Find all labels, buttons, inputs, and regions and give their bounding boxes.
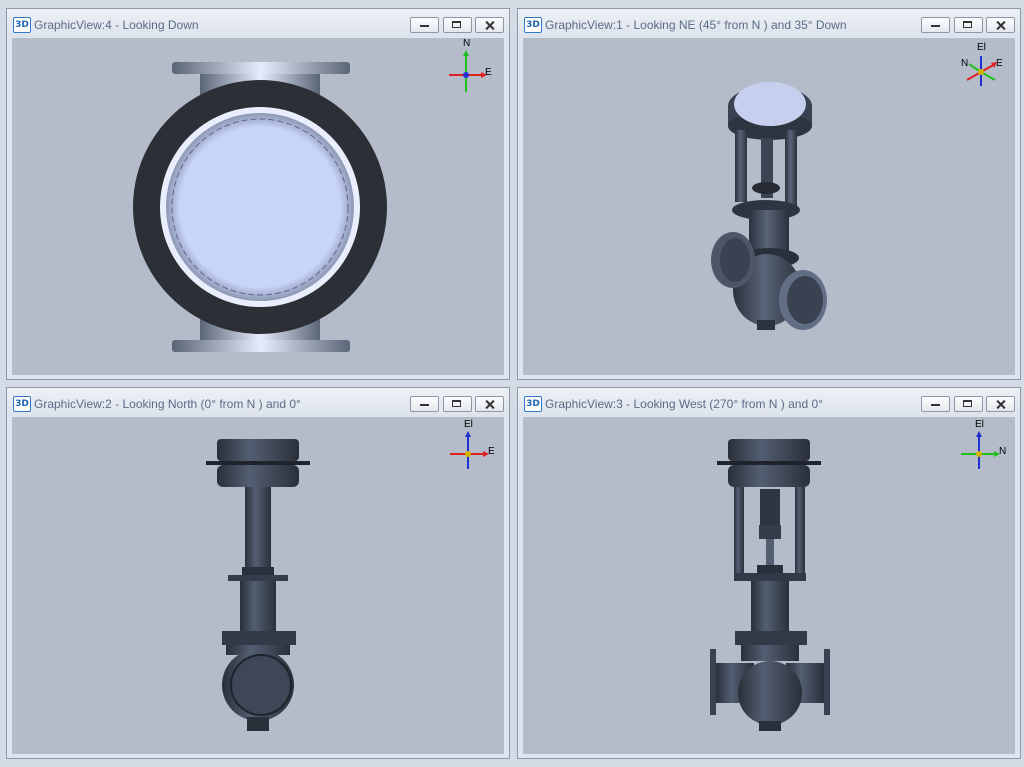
titlebar[interactable]: 3D GraphicView:2 - Looking North (0° fro…	[7, 388, 509, 416]
valve-top-view	[133, 62, 387, 352]
graphic-view-4-window[interactable]: 3D GraphicView:4 - Looking Down N E	[6, 8, 510, 380]
close-button[interactable]	[475, 396, 504, 412]
3d-view-icon: 3D	[13, 396, 31, 412]
orientation-triad: El N E	[959, 42, 1009, 92]
axis-label-right: N	[999, 446, 1007, 457]
minimize-button[interactable]	[921, 396, 950, 412]
axis-label-up: N	[463, 38, 471, 49]
maximize-button[interactable]	[954, 396, 983, 412]
axis-label-up: El	[977, 42, 986, 53]
maximize-button[interactable]	[443, 396, 472, 412]
graphic-view-2-window[interactable]: 3D GraphicView:2 - Looking North (0° fro…	[6, 387, 510, 759]
axis-label-right: E	[996, 58, 1003, 69]
titlebar[interactable]: 3D GraphicView:3 - Looking West (270° fr…	[518, 388, 1020, 416]
window-title: GraphicView:3 - Looking West (270° from …	[545, 397, 823, 411]
graphic-view-3-window[interactable]: 3D GraphicView:3 - Looking West (270° fr…	[517, 387, 1021, 759]
orientation-triad: El E	[448, 419, 498, 471]
maximize-button[interactable]	[954, 17, 983, 33]
window-title: GraphicView:1 - Looking NE (45° from N )…	[545, 18, 847, 32]
3d-view-icon: 3D	[524, 17, 542, 33]
minimize-button[interactable]	[921, 17, 950, 33]
valve-west-view	[710, 439, 830, 731]
valve-iso-view	[711, 82, 827, 330]
axis-label-right: E	[488, 446, 495, 457]
axis-label-up: El	[975, 419, 984, 430]
window-title: GraphicView:2 - Looking North (0° from N…	[34, 397, 301, 411]
3d-viewport[interactable]: El E	[12, 417, 504, 754]
titlebar[interactable]: 3D GraphicView:4 - Looking Down	[7, 9, 509, 37]
3d-view-icon: 3D	[13, 17, 31, 33]
graphic-view-1-window[interactable]: 3D GraphicView:1 - Looking NE (45° from …	[517, 8, 1021, 380]
axis-label-right: E	[485, 67, 492, 78]
orientation-triad: N E	[444, 38, 494, 92]
3d-viewport[interactable]: N E	[12, 38, 504, 375]
3d-viewport[interactable]: El N	[523, 417, 1015, 754]
axis-label-up: El	[464, 419, 473, 430]
maximize-button[interactable]	[443, 17, 472, 33]
close-button[interactable]	[986, 396, 1015, 412]
3d-viewport[interactable]: El N E	[523, 38, 1015, 375]
minimize-button[interactable]	[410, 396, 439, 412]
3d-view-icon: 3D	[524, 396, 542, 412]
titlebar[interactable]: 3D GraphicView:1 - Looking NE (45° from …	[518, 9, 1020, 37]
valve-north-view	[206, 439, 310, 731]
axis-label-left: N	[961, 58, 969, 69]
close-button[interactable]	[475, 17, 504, 33]
minimize-button[interactable]	[410, 17, 439, 33]
close-button[interactable]	[986, 17, 1015, 33]
orientation-triad: El N	[959, 419, 1009, 471]
window-title: GraphicView:4 - Looking Down	[34, 18, 199, 32]
